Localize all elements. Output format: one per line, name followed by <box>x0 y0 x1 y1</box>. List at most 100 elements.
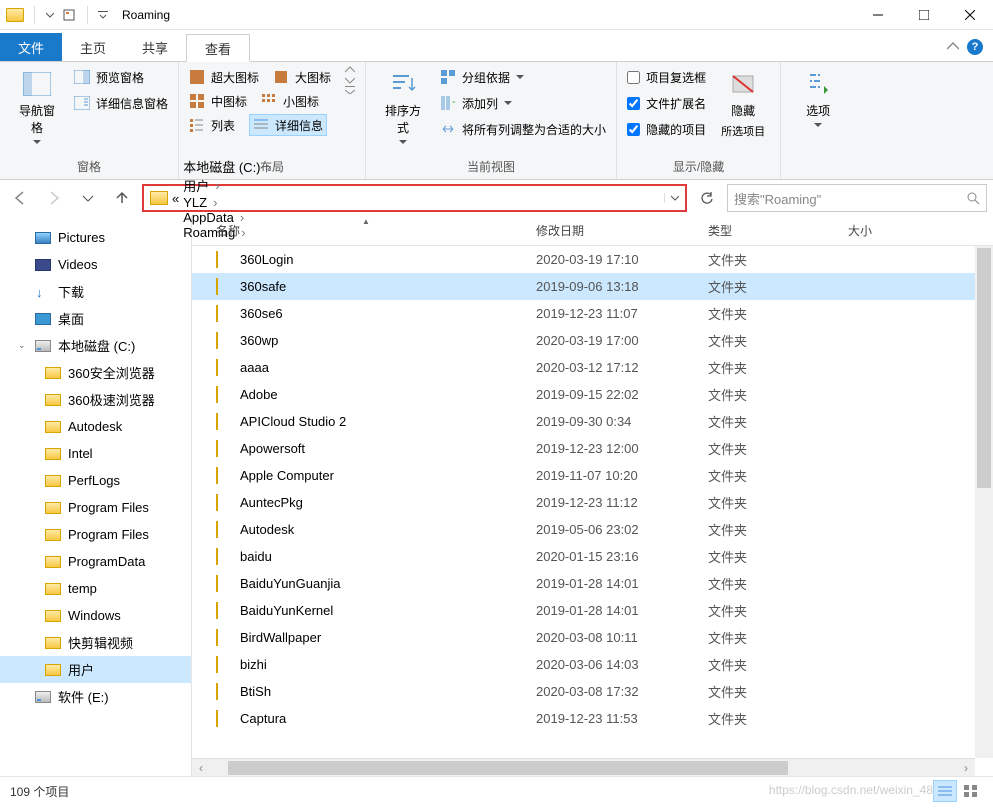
qat-overflow-icon[interactable] <box>98 10 108 20</box>
nav-tree-item[interactable]: 桌面 <box>0 305 191 332</box>
sort-by-button[interactable]: 排序方式 <box>376 66 430 149</box>
add-columns-button[interactable]: + 添加列 <box>440 92 606 114</box>
file-row[interactable]: Adobe2019-09-15 22:02文件夹 <box>192 381 993 408</box>
file-row[interactable]: bizhi2020-03-06 14:03文件夹 <box>192 651 993 678</box>
breadcrumb-segment[interactable]: YLZ› <box>183 195 275 210</box>
group-by-button[interactable]: 分组依据 <box>440 66 606 88</box>
view-large-icons-button[interactable] <box>959 780 983 802</box>
preview-pane-button[interactable]: 预览窗格 <box>74 66 168 88</box>
back-button[interactable] <box>6 184 34 212</box>
fit-columns-button[interactable]: 将所有列调整为合适的大小 <box>440 118 606 140</box>
file-row[interactable]: Apowersoft2019-12-23 12:00文件夹 <box>192 435 993 462</box>
layout-small[interactable]: 小图标 <box>261 90 319 112</box>
qat-dropdown-icon[interactable] <box>45 10 55 20</box>
layout-more-icon[interactable] <box>345 86 355 94</box>
file-row[interactable]: Autodesk2019-05-06 23:02文件夹 <box>192 516 993 543</box>
column-name[interactable]: 名称 <box>216 222 536 239</box>
layout-details[interactable]: 详细信息 <box>249 114 327 136</box>
item-count: 109 个项目 <box>10 783 69 800</box>
folder-icon <box>216 576 234 591</box>
layout-extra-large[interactable]: 超大图标 <box>189 66 259 88</box>
nav-tree-item[interactable]: Intel <box>0 440 191 467</box>
file-row[interactable]: APICloud Studio 22019-09-30 0:34文件夹 <box>192 408 993 435</box>
nav-tree-item[interactable]: 软件 (E:) <box>0 683 191 710</box>
hidden-items-checkbox[interactable]: 隐藏的项目 <box>627 118 706 140</box>
file-row[interactable]: 360safe2019-09-06 13:18文件夹 <box>192 273 993 300</box>
view-details-button[interactable] <box>933 780 957 802</box>
column-type[interactable]: 类型 <box>708 222 848 239</box>
maximize-button[interactable] <box>901 0 947 30</box>
column-size[interactable]: 大小 <box>848 222 902 239</box>
layout-scroll-down-icon[interactable] <box>345 76 355 84</box>
nav-tree-item[interactable]: Windows <box>0 602 191 629</box>
nav-tree-item[interactable]: ↓下载 <box>0 278 191 305</box>
nav-tree-item[interactable]: 360安全浏览器 <box>0 359 191 386</box>
file-row[interactable]: 360Login2020-03-19 17:10文件夹 <box>192 246 993 273</box>
folder-icon <box>216 441 234 456</box>
refresh-button[interactable] <box>693 184 721 212</box>
nav-tree-item[interactable]: 用户 <box>0 656 191 683</box>
tab-home[interactable]: 主页 <box>62 33 124 61</box>
layout-large[interactable]: 大图标 <box>273 66 331 88</box>
forward-button[interactable] <box>40 184 68 212</box>
file-extensions-checkbox[interactable]: 文件扩展名 <box>627 92 706 114</box>
file-row[interactable]: Apple Computer2019-11-07 10:20文件夹 <box>192 462 993 489</box>
folder-icon <box>44 366 62 380</box>
breadcrumb-segment[interactable]: 本地磁盘 (C:)› <box>183 157 275 176</box>
search-input[interactable]: 搜索"Roaming" <box>727 184 987 212</box>
nav-tree-item[interactable]: PerfLogs <box>0 467 191 494</box>
file-row[interactable]: Captura2019-12-23 11:53文件夹 <box>192 705 993 732</box>
tab-file[interactable]: 文件 <box>0 33 62 61</box>
file-row[interactable]: BaiduYunGuanjia2019-01-28 14:01文件夹 <box>192 570 993 597</box>
nav-tree-item[interactable]: ProgramData <box>0 548 191 575</box>
hide-selected-button[interactable]: 隐藏 所选项目 <box>716 66 770 143</box>
horizontal-scrollbar[interactable]: ‹› <box>192 758 975 776</box>
vertical-scrollbar[interactable] <box>975 246 993 758</box>
options-button[interactable]: 选项 <box>791 66 845 132</box>
close-button[interactable] <box>947 0 993 30</box>
file-row[interactable]: AuntecPkg2019-12-23 11:12文件夹 <box>192 489 993 516</box>
navigation-pane-button[interactable]: 导航窗格 <box>10 66 64 149</box>
address-dropdown-icon[interactable] <box>671 193 679 203</box>
nav-tree-item[interactable]: 360极速浏览器 <box>0 386 191 413</box>
recent-locations-button[interactable] <box>74 184 102 212</box>
breadcrumb-segment[interactable]: 用户› <box>183 176 275 195</box>
file-row[interactable]: 360se62019-12-23 11:07文件夹 <box>192 300 993 327</box>
folder-icon <box>44 501 62 515</box>
up-button[interactable] <box>108 184 136 212</box>
item-checkboxes-checkbox[interactable]: 项目复选框 <box>627 66 706 88</box>
file-row[interactable]: baidu2020-01-15 23:16文件夹 <box>192 543 993 570</box>
folder-icon <box>216 657 234 672</box>
tab-share[interactable]: 共享 <box>124 33 186 61</box>
folder-icon <box>216 549 234 564</box>
nav-tree-item[interactable]: ⌄本地磁盘 (C:) <box>0 332 191 359</box>
details-pane-button[interactable]: 详细信息窗格 <box>74 92 168 114</box>
nav-tree-item[interactable]: Pictures <box>0 224 191 251</box>
minimize-button[interactable] <box>855 0 901 30</box>
properties-icon[interactable] <box>61 7 77 23</box>
ribbon-tabs: 文件 主页 共享 查看 ? <box>0 30 993 62</box>
tab-view[interactable]: 查看 <box>186 34 250 62</box>
layout-list[interactable]: 列表 <box>189 114 235 136</box>
folder-icon <box>216 306 234 321</box>
nav-tree-item[interactable]: Program Files <box>0 521 191 548</box>
nav-tree-item[interactable]: Videos <box>0 251 191 278</box>
file-row[interactable]: BtiSh2020-03-08 17:32文件夹 <box>192 678 993 705</box>
nav-tree-item[interactable]: temp <box>0 575 191 602</box>
layout-scroll-up-icon[interactable] <box>345 66 355 74</box>
nav-tree-item[interactable]: 快剪辑视频 <box>0 629 191 656</box>
collapse-ribbon-icon[interactable] <box>947 41 959 53</box>
nav-tree-item[interactable]: Autodesk <box>0 413 191 440</box>
address-bar[interactable]: « 本地磁盘 (C:)›用户›YLZ›AppData›Roaming› <box>142 184 687 212</box>
file-row[interactable]: BirdWallpaper2020-03-08 10:11文件夹 <box>192 624 993 651</box>
help-icon[interactable]: ? <box>967 39 983 55</box>
file-row[interactable]: aaaa2020-03-12 17:12文件夹 <box>192 354 993 381</box>
layout-medium[interactable]: 中图标 <box>189 90 247 112</box>
file-row[interactable]: BaiduYunKernel2019-01-28 14:01文件夹 <box>192 597 993 624</box>
svg-text:+: + <box>452 96 455 109</box>
address-bar-row: « 本地磁盘 (C:)›用户›YLZ›AppData›Roaming› 搜索"R… <box>0 180 993 216</box>
nav-tree-item[interactable]: Program Files <box>0 494 191 521</box>
file-row[interactable]: 360wp2020-03-19 17:00文件夹 <box>192 327 993 354</box>
main-area: PicturesVideos↓下载桌面⌄本地磁盘 (C:)360安全浏览器360… <box>0 216 993 776</box>
column-date[interactable]: 修改日期 <box>536 222 708 239</box>
